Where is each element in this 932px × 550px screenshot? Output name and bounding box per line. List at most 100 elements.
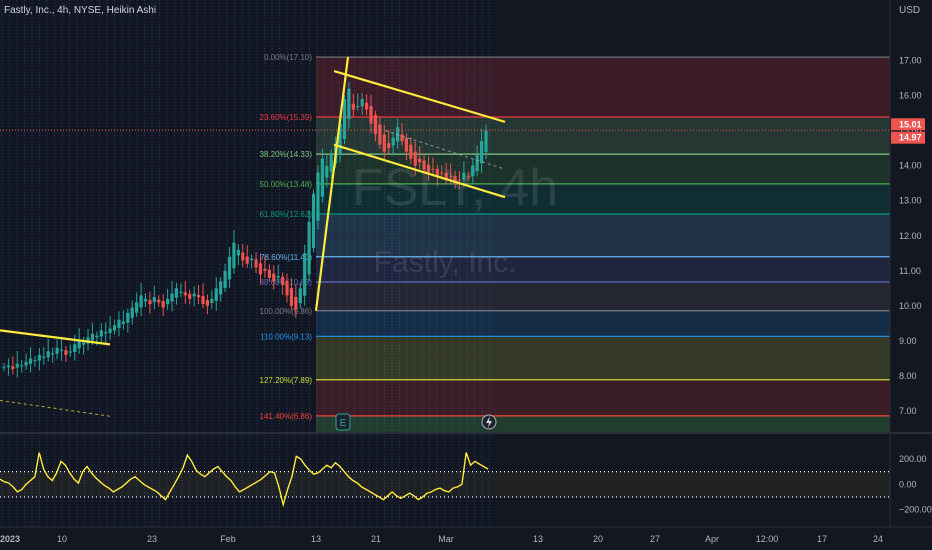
candle-body — [33, 360, 37, 362]
fib-zone — [316, 379, 890, 416]
candle-body — [6, 365, 11, 368]
candle-body — [20, 365, 24, 367]
candle-body — [179, 291, 183, 293]
candle-body — [236, 249, 240, 256]
currency-label: USD — [899, 5, 921, 16]
candle-body — [280, 276, 285, 285]
watermark-company: Fastly, Inc. — [374, 246, 517, 279]
candle-body — [267, 269, 271, 278]
time-tick-label: Mar — [438, 534, 454, 544]
candle-body — [400, 134, 404, 142]
candle-body — [409, 144, 413, 159]
candle-body — [196, 294, 201, 298]
fib-zone — [316, 415, 890, 432]
fib-level-label: 50.00%(13.48) — [260, 180, 313, 189]
candle-body — [351, 103, 355, 110]
candle-body — [183, 292, 187, 296]
price-tick-label: 10.00 — [899, 301, 922, 311]
fib-level-label: 100.00%(9.86) — [260, 307, 313, 316]
candle-body — [55, 347, 59, 354]
candle-body — [418, 158, 422, 163]
fib-level-label: 141.40%(6.86) — [260, 412, 313, 421]
candle-body — [117, 319, 121, 328]
candle-body — [126, 312, 130, 323]
candle-body — [382, 134, 386, 152]
candle-body — [365, 102, 369, 110]
time-tick-label: 10 — [57, 534, 67, 544]
oscillator-tick-label: 0.00 — [899, 479, 917, 489]
candle-body — [378, 124, 382, 145]
candle-body — [11, 366, 15, 369]
candle-body — [188, 293, 192, 299]
fib-zone — [316, 57, 890, 117]
candle-body — [475, 155, 479, 171]
candle-body — [457, 179, 462, 181]
candle-body — [227, 256, 232, 280]
candle-body — [303, 253, 307, 296]
candle-body — [81, 342, 86, 345]
candle-body — [90, 333, 95, 341]
candle-body — [95, 335, 99, 338]
candle-body — [320, 158, 324, 197]
price-label-text: 14.97 — [899, 133, 922, 143]
candle-body — [99, 330, 103, 337]
candle-body — [232, 242, 236, 269]
candle-body — [484, 130, 488, 153]
candle-body — [245, 256, 249, 264]
candle-body — [462, 172, 466, 180]
candle-body — [201, 296, 205, 305]
time-tick-label: 24 — [873, 534, 883, 544]
candle-body — [356, 106, 360, 108]
price-tick-label: 14.00 — [899, 161, 922, 171]
fib-level-label: 0.00%(17.10) — [264, 53, 312, 62]
candle-body — [471, 165, 475, 177]
oscillator-tick-label: −200.00 — [899, 505, 932, 515]
price-tick-label: 17.00 — [899, 56, 922, 66]
candle-body — [440, 172, 444, 174]
time-tick-label: 17 — [817, 534, 827, 544]
candle-body — [161, 300, 165, 308]
candle-body — [170, 293, 174, 302]
candle-body — [373, 114, 378, 135]
candle-body — [431, 168, 435, 170]
candle-body — [112, 325, 117, 331]
candle-body — [121, 321, 125, 324]
candle-body — [205, 300, 210, 306]
fib-level-label: 127.20%(7.89) — [260, 376, 313, 385]
candle-body — [325, 165, 329, 178]
candle-body — [342, 99, 347, 139]
fib-level-label: 110.00%(9.13) — [260, 332, 312, 341]
candle-body — [347, 88, 351, 119]
candle-body — [307, 221, 311, 275]
candle-body — [2, 367, 6, 369]
candle-body — [135, 302, 139, 313]
fib-level-label: 61.80%(12.62) — [260, 210, 313, 219]
candle-body — [263, 268, 267, 271]
candle-body — [219, 281, 223, 295]
fib-zone — [316, 336, 890, 380]
fib-zone — [316, 282, 890, 311]
time-tick-label: Apr — [705, 534, 719, 544]
candle-body — [449, 176, 453, 178]
price-tick-label: 11.00 — [899, 266, 921, 276]
price-tick-label: 12.00 — [899, 231, 922, 241]
time-tick-label: 27 — [650, 534, 660, 544]
chart-canvas[interactable]: 0.00%(17.10) 23.60%(15.39) 38.20%(14.33) 50… — [0, 0, 932, 550]
price-tick-label: 8.00 — [899, 371, 917, 381]
candle-body — [139, 295, 143, 308]
candle-body — [466, 176, 470, 178]
price-tick-label: 9.00 — [899, 336, 917, 346]
time-tick-label: 20 — [593, 534, 603, 544]
candle-body — [298, 288, 302, 304]
candle-body — [166, 298, 170, 305]
time-tick-label: 23 — [147, 534, 157, 544]
candle-body — [258, 263, 263, 275]
candle-body — [276, 276, 280, 278]
candle-body — [223, 270, 227, 288]
candle-body — [157, 299, 161, 303]
candle-body — [108, 328, 112, 333]
candle-body — [210, 298, 214, 303]
oscillator-band — [0, 471, 890, 498]
candle-body — [104, 332, 108, 334]
candle-body — [329, 155, 333, 172]
